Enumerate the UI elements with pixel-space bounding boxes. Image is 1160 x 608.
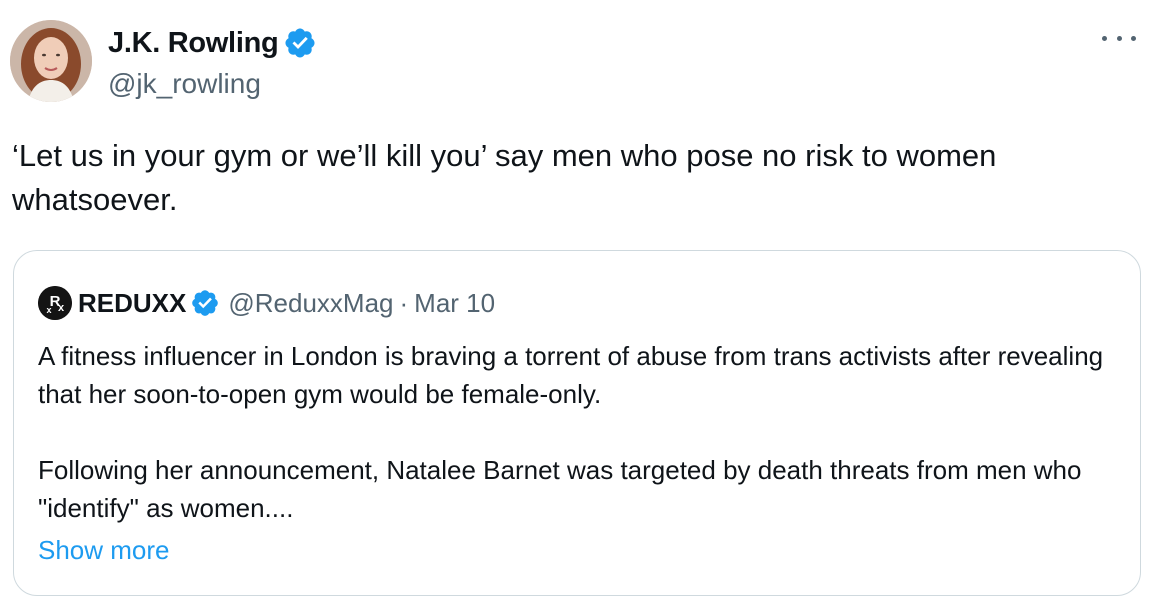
separator-dot: · <box>399 287 409 318</box>
show-more-link[interactable]: Show more <box>38 535 170 566</box>
quoted-tweet-paragraph: A fitness influencer in London is bravin… <box>38 341 1104 409</box>
tweet: J.K. Rowling @jk_rowling ‘Let us in your… <box>0 0 1160 608</box>
author-handle[interactable]: @jk_rowling <box>108 68 317 100</box>
quoted-author-display-name[interactable]: REDUXX <box>78 288 186 319</box>
quoted-tweet-header: R x x REDUXX @ReduxxMag · Mar 10 <box>38 285 495 321</box>
quoted-tweet-text: A fitness influencer in London is bravin… <box>38 337 1128 527</box>
author-avatar-image <box>10 20 92 102</box>
dot <box>1116 35 1122 41</box>
author-info: J.K. Rowling @jk_rowling <box>108 24 317 100</box>
dot <box>1131 35 1136 41</box>
quoted-tweet-card[interactable]: R x x REDUXX @ReduxxMag · Mar 10 A fitne… <box>13 250 1141 596</box>
quoted-tweet-paragraph: Following her announcement, Natalee Barn… <box>38 455 1082 523</box>
reduxx-logo-icon: R x x <box>38 286 72 320</box>
more-options-ellipsis-icon[interactable] <box>1102 28 1136 48</box>
tweet-text: ‘Let us in your gym or we’ll kill you’ s… <box>12 138 997 217</box>
verified-badge-icon <box>192 290 219 316</box>
quoted-author-avatar[interactable]: R x x <box>38 286 72 320</box>
verified-badge-icon <box>283 26 317 60</box>
svg-text:x: x <box>58 302 65 314</box>
author-display-name[interactable]: J.K. Rowling <box>108 27 279 60</box>
svg-text:x: x <box>46 305 51 315</box>
quoted-author-handle[interactable]: @ReduxxMag <box>228 288 393 319</box>
dot <box>1102 35 1107 41</box>
quoted-tweet-date[interactable]: Mar 10 <box>414 288 495 319</box>
author-avatar[interactable] <box>10 20 92 102</box>
